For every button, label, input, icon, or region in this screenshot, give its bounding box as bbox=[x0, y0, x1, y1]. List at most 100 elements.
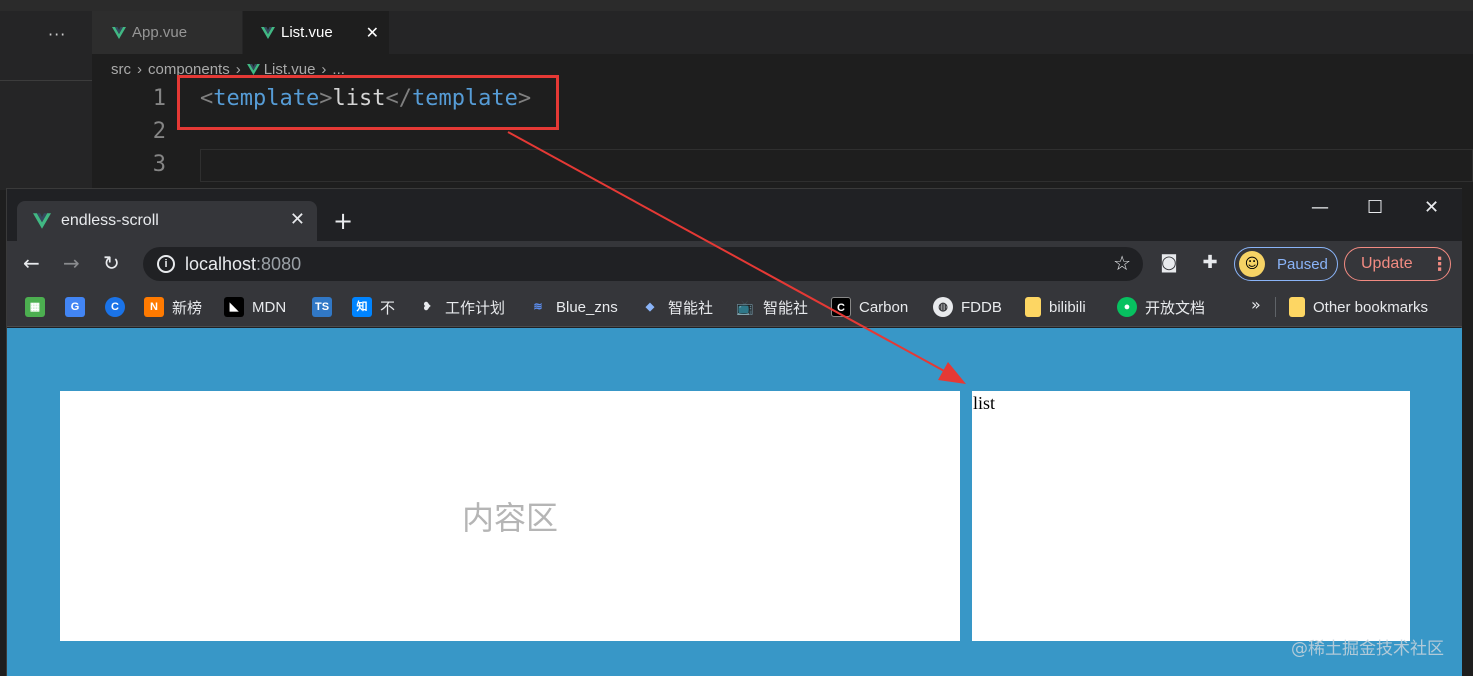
line-number: 3 bbox=[152, 152, 166, 177]
bilibili-tv-icon: 📺 bbox=[736, 299, 754, 315]
diamond-icon: ◆ bbox=[645, 301, 655, 313]
annotation-highlight-box bbox=[177, 75, 559, 130]
browser-toolbar: ← → ↻ i localhost:8080 ☆ ◙ ✚ ☺ Paused Up… bbox=[7, 241, 1462, 287]
vue-logo-icon bbox=[33, 213, 51, 229]
newrank-icon: N bbox=[144, 297, 164, 317]
forward-arrow-icon[interactable]: → bbox=[63, 251, 80, 275]
chevron-right-icon: › bbox=[137, 60, 142, 78]
bookmarks-bar: ▦ G C N 新榜 ◣ MDN TS 知不 ❥ 工作计划 ≋ Blue_zns ◆ 智能… bbox=[7, 287, 1462, 327]
editor-title-bar bbox=[0, 0, 1473, 11]
bookmark-label: 新榜 bbox=[172, 299, 203, 317]
browser-tab[interactable]: endless-scroll ✕ bbox=[17, 201, 317, 241]
browser-tab-title: endless-scroll bbox=[61, 212, 159, 229]
c-logo-icon: C bbox=[105, 297, 125, 317]
url-text: localhost:8080 bbox=[185, 254, 301, 275]
apps-grid-icon: ▦ bbox=[25, 297, 45, 317]
screenshot-root: ··· App.vue List.vue ✕ src › components … bbox=[0, 0, 1473, 676]
maximize-icon[interactable]: ☐ bbox=[1367, 197, 1383, 218]
bookmark-zhihu[interactable]: 知不 bbox=[352, 295, 395, 319]
extension-glasses-icon[interactable]: ◙ bbox=[1158, 252, 1180, 274]
bookmark-blue-zns[interactable]: ≋ Blue_zns bbox=[528, 295, 618, 319]
bookmark-mdn[interactable]: ◣ MDN bbox=[224, 295, 286, 319]
bookmark-fddb[interactable]: ◍ FDDB bbox=[933, 295, 1002, 319]
profile-status-label: Paused bbox=[1277, 255, 1328, 273]
bookmark-label: FDDB bbox=[961, 298, 1002, 316]
minimize-icon[interactable]: — bbox=[1311, 197, 1329, 218]
browser-tab-strip: endless-scroll ✕ + — ☐ ✕ bbox=[7, 189, 1462, 241]
browser-window: endless-scroll ✕ + — ☐ ✕ ← → ↻ i localho… bbox=[6, 188, 1462, 676]
bookmark-work-plan[interactable]: ❥ 工作计划 bbox=[417, 295, 505, 319]
editor-tabs: App.vue List.vue ✕ bbox=[92, 11, 1473, 54]
tab-label: List.vue bbox=[281, 24, 333, 41]
bookmark-c[interactable]: C bbox=[105, 295, 133, 319]
tab-list-vue[interactable]: List.vue ✕ bbox=[243, 11, 389, 54]
other-bookmarks[interactable]: Other bookmarks bbox=[1289, 295, 1428, 319]
google-translate-icon: G bbox=[65, 297, 85, 317]
bookmark-label: bilibili bbox=[1049, 298, 1086, 316]
new-tab-button[interactable]: + bbox=[333, 209, 353, 233]
address-bar[interactable]: i localhost:8080 ☆ bbox=[143, 247, 1143, 281]
bookmark-label: 工作计划 bbox=[445, 299, 506, 317]
carbon-icon: C bbox=[831, 297, 851, 317]
bookmark-open-docs[interactable]: ● 开放文档 bbox=[1117, 295, 1205, 319]
bookmark-translate[interactable]: G bbox=[65, 295, 93, 319]
update-label: Update bbox=[1361, 255, 1413, 272]
list-text: list bbox=[973, 393, 996, 413]
close-icon[interactable]: ✕ bbox=[366, 23, 379, 43]
info-icon[interactable]: i bbox=[157, 255, 175, 273]
breadcrumb-item[interactable]: src bbox=[111, 61, 131, 78]
line-number-gutter: 1 2 3 bbox=[92, 82, 172, 181]
zhihu-icon: 知 bbox=[352, 297, 372, 317]
window-close-icon[interactable]: ✕ bbox=[1424, 197, 1439, 218]
explorer-panel: ··· bbox=[0, 11, 92, 190]
code-editor: ··· App.vue List.vue ✕ src › components … bbox=[0, 0, 1473, 190]
back-arrow-icon[interactable]: ← bbox=[23, 251, 40, 275]
mdn-icon: ◣ bbox=[224, 297, 244, 317]
close-icon[interactable]: ✕ bbox=[290, 209, 305, 230]
current-line-highlight bbox=[200, 149, 1473, 182]
bookmark-zhinengshe-1[interactable]: ◆ 智能社 bbox=[640, 295, 713, 319]
bookmark-typescript[interactable]: TS bbox=[312, 295, 340, 319]
bookmark-bilibili[interactable]: bilibili bbox=[1025, 295, 1086, 319]
folder-icon bbox=[1025, 297, 1041, 317]
bookmarks-divider bbox=[1275, 297, 1276, 317]
vue-logo-icon bbox=[261, 26, 275, 39]
ellipsis-icon[interactable]: ··· bbox=[48, 25, 66, 44]
bookmark-carbon[interactable]: C Carbon bbox=[831, 295, 908, 319]
update-button[interactable]: Update ⋮ bbox=[1344, 247, 1451, 281]
extensions-puzzle-icon[interactable]: ✚ bbox=[1199, 252, 1221, 274]
tab-app-vue[interactable]: App.vue bbox=[92, 11, 242, 54]
content-area-label: 内容区 bbox=[461, 499, 558, 537]
line-number: 2 bbox=[152, 119, 166, 144]
bookmark-label: Carbon bbox=[859, 298, 909, 316]
explorer-divider bbox=[0, 80, 92, 81]
web-page-viewport: 内容区 list bbox=[7, 328, 1462, 676]
bookmark-label: Blue_zns bbox=[556, 298, 618, 316]
bookmark-star-icon[interactable]: ☆ bbox=[1113, 251, 1131, 275]
bookmark-apps[interactable]: ▦ bbox=[25, 295, 53, 319]
layers-icon: ≋ bbox=[533, 301, 543, 313]
bookmark-newrank[interactable]: N 新榜 bbox=[144, 295, 202, 319]
url-port: :8080 bbox=[256, 254, 302, 274]
bookmarks-overflow-icon[interactable]: » bbox=[1251, 295, 1261, 314]
profile-button[interactable]: ☺ Paused bbox=[1234, 247, 1338, 281]
url-host: localhost bbox=[185, 254, 257, 274]
list-area[interactable]: list bbox=[972, 391, 1410, 641]
bookmark-label: 智能社 bbox=[763, 299, 809, 317]
bookmark-label: MDN bbox=[252, 298, 287, 316]
tab-label: App.vue bbox=[132, 24, 188, 41]
typescript-icon: TS bbox=[312, 297, 332, 317]
watermark: @稀土掘金技术社区 bbox=[1291, 639, 1444, 659]
wechat-icon: ● bbox=[1117, 297, 1137, 317]
feather-icon: ❥ bbox=[422, 301, 432, 313]
kebab-menu-icon[interactable]: ⋮ bbox=[1431, 254, 1449, 275]
vue-logo-icon bbox=[112, 26, 126, 39]
bookmark-label: 不 bbox=[380, 299, 396, 317]
bookmark-label: Other bookmarks bbox=[1313, 298, 1429, 316]
content-area: 内容区 bbox=[60, 391, 960, 641]
bookmark-label: 智能社 bbox=[668, 299, 714, 317]
reload-icon[interactable]: ↻ bbox=[103, 251, 120, 275]
bookmark-zhinengshe-2[interactable]: 📺 智能社 bbox=[735, 295, 808, 319]
line-number: 1 bbox=[152, 86, 166, 111]
vue-logo-icon bbox=[246, 63, 260, 75]
